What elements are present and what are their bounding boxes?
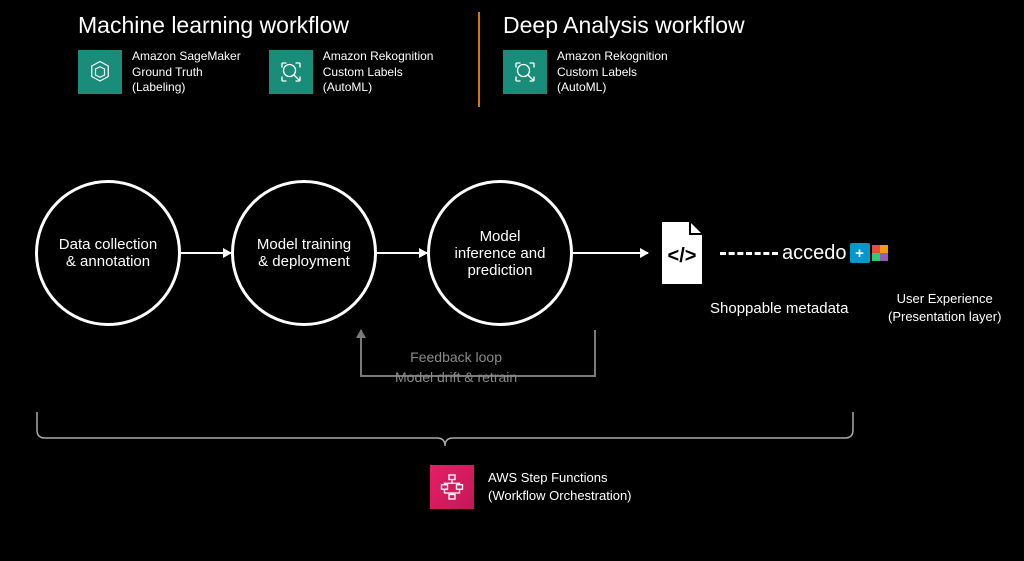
svc-line: Amazon Rekognition (557, 49, 668, 65)
accedo-text: accedo (782, 242, 847, 265)
svc-line: (AutoML) (557, 80, 668, 96)
svc-line: (Labeling) (132, 80, 241, 96)
arrow-icon (181, 252, 231, 254)
node-data-collection: Data collection & annotation (35, 180, 181, 326)
step-functions: AWS Step Functions (Workflow Orchestrati… (430, 465, 632, 509)
rekognition-text-2: Amazon Rekognition Custom Labels (AutoML… (557, 49, 668, 96)
fb-line: Model drift & retrain (395, 368, 517, 388)
step-functions-text: AWS Step Functions (Workflow Orchestrati… (488, 469, 632, 504)
rekognition-icon (503, 50, 547, 94)
ux-label: User Experience (Presentation layer) (888, 290, 1001, 325)
deep-services: Amazon Rekognition Custom Labels (AutoML… (503, 49, 745, 96)
ml-workflow-col: Machine learning workflow Amazon SageMak… (78, 12, 473, 96)
rekognition-service: Amazon Rekognition Custom Labels (AutoML… (269, 49, 434, 96)
bracket-icon (35, 410, 855, 450)
sagemaker-service: Amazon SageMaker Ground Truth (Labeling) (78, 49, 241, 96)
svc-line: Amazon SageMaker (132, 49, 241, 65)
feedback-text: Feedback loop Model drift & retrain (395, 348, 517, 387)
rekognition-text: Amazon Rekognition Custom Labels (AutoML… (323, 49, 434, 96)
node-model-training: Model training & deployment (231, 180, 377, 326)
deep-analysis-col: Deep Analysis workflow Amazon Rekognitio… (503, 12, 745, 96)
ux-line: User Experience (888, 290, 1001, 308)
accedo-logo: accedo + (782, 242, 888, 265)
plus-icon: + (850, 243, 870, 263)
ml-services: Amazon SageMaker Ground Truth (Labeling)… (78, 49, 473, 96)
arrow-icon (573, 252, 648, 254)
header-divider (478, 12, 480, 107)
shoppable-label: Shoppable metadata (710, 300, 848, 317)
rekognition-icon (269, 50, 313, 94)
arrow-icon (377, 252, 427, 254)
header-row: Machine learning workflow Amazon SageMak… (0, 12, 1024, 96)
step-line: (Workflow Orchestration) (488, 487, 632, 505)
document-icon: </> (654, 218, 710, 288)
accedo-squares-icon (872, 245, 888, 261)
svc-line: Amazon Rekognition (323, 49, 434, 65)
deep-title: Deep Analysis workflow (503, 12, 745, 39)
step-functions-icon (430, 465, 474, 509)
step-line: AWS Step Functions (488, 469, 632, 487)
ux-line: (Presentation layer) (888, 308, 1001, 326)
rekognition-service-2: Amazon Rekognition Custom Labels (AutoML… (503, 49, 668, 96)
ml-title: Machine learning workflow (78, 12, 473, 39)
node-model-inference: Model inference and prediction (427, 180, 573, 326)
fb-line: Feedback loop (395, 348, 517, 368)
sagemaker-text: Amazon SageMaker Ground Truth (Labeling) (132, 49, 241, 96)
dashed-connector (720, 252, 778, 255)
sagemaker-icon (78, 50, 122, 94)
svg-text:</>: </> (668, 245, 697, 267)
svc-line: Custom Labels (323, 65, 434, 81)
svc-line: Ground Truth (132, 65, 241, 81)
svc-line: (AutoML) (323, 80, 434, 96)
svc-line: Custom Labels (557, 65, 668, 81)
